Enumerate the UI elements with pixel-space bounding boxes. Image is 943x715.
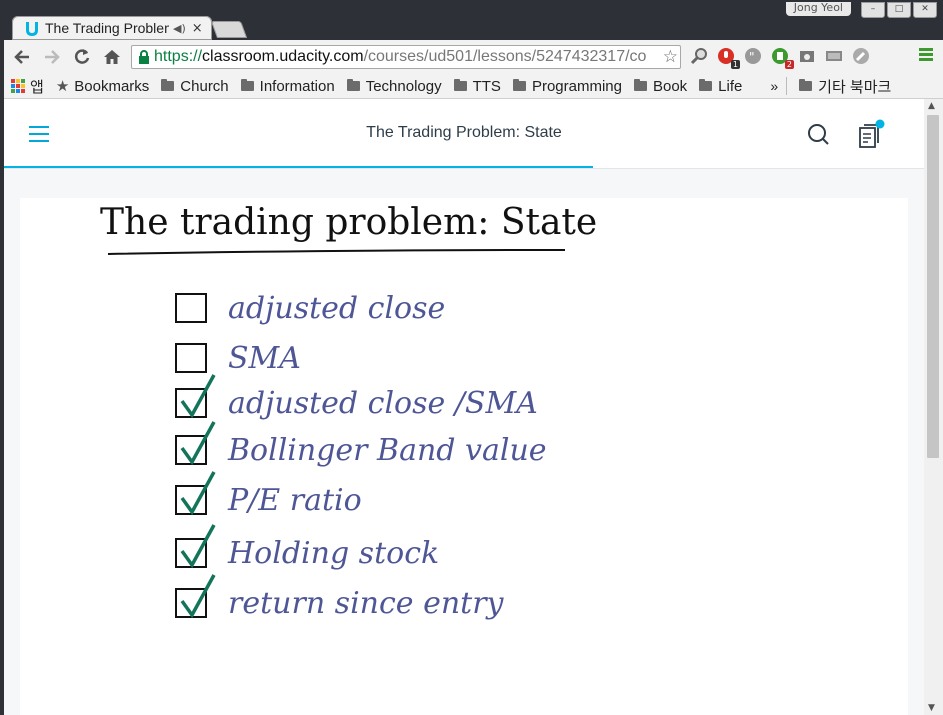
magnifier-extension-icon[interactable]	[690, 47, 708, 65]
browser-tab[interactable]: The Trading Problem: State ◀) ×	[12, 16, 212, 40]
bookmark-folder-other[interactable]: 기타 북마크	[799, 76, 891, 97]
whiteboard-heading: The trading problem: State	[100, 202, 597, 243]
search-icon[interactable]	[807, 123, 829, 145]
bookmark-folder-tts[interactable]: TTS	[453, 78, 501, 95]
minimize-button[interactable]: –	[861, 2, 885, 18]
green-extension-icon[interactable]: 2	[771, 47, 794, 69]
star-icon: ★	[55, 78, 70, 95]
heading-underline	[107, 249, 566, 255]
reload-icon	[74, 49, 90, 64]
page-content: The Trading Problem: State The trading p…	[4, 99, 924, 715]
video-whiteboard[interactable]: The trading problem: State adjusted clos…	[20, 198, 908, 715]
quote-extension-icon[interactable]: "	[744, 47, 762, 65]
page-scrollbar[interactable]: ▲ ▼	[924, 99, 943, 715]
svg-text:": "	[749, 50, 755, 64]
reload-button[interactable]	[70, 45, 94, 69]
bookmarks-overflow-chevron[interactable]: »	[770, 78, 778, 94]
profile-name[interactable]: Jong Yeol	[785, 2, 851, 16]
checkbox-1	[175, 343, 207, 373]
checkmark-2	[180, 374, 216, 419]
checkbox-0	[175, 293, 207, 323]
home-icon	[104, 50, 120, 64]
folder-icon	[799, 79, 813, 91]
bookmark-folder-technology[interactable]: Technology	[346, 78, 442, 95]
bookmark-folder-life[interactable]: Life	[699, 78, 742, 95]
lesson-progress-bar	[4, 166, 593, 168]
checkmark-3	[180, 421, 216, 466]
wrench-extension-icon[interactable]	[852, 47, 870, 65]
back-button[interactable]	[10, 45, 34, 69]
apps-shortcut[interactable]: 앱	[11, 76, 44, 97]
notes-icon[interactable]	[859, 119, 885, 149]
checkmark-5	[180, 524, 216, 569]
checklist-item-4: P/E ratio	[227, 483, 362, 518]
address-bar[interactable]: https://classroom.udacity.com/courses/ud…	[131, 45, 681, 69]
apps-grid-icon	[11, 79, 25, 93]
lesson-header: The Trading Problem: State	[4, 99, 924, 169]
red-extension-icon[interactable]: 1	[717, 47, 740, 69]
bookmark-folder-programming[interactable]: Programming	[512, 78, 622, 95]
bookmark-star-icon[interactable]: ☆	[663, 47, 678, 67]
checklist-item-0: adjusted close	[228, 291, 445, 326]
lesson-title: The Trading Problem: State	[366, 124, 562, 141]
window-controls: Jong Yeol – □ ✕	[785, 2, 937, 18]
folder-icon	[699, 79, 713, 91]
folder-icon	[346, 79, 360, 91]
new-tab-button[interactable]	[210, 21, 248, 38]
bookmarks-bar: 앱 ★ Bookmarks Church Information Technolo…	[4, 74, 943, 99]
forward-arrow-icon	[45, 50, 60, 64]
bookmark-bookmarks[interactable]: ★ Bookmarks	[55, 77, 149, 96]
extensions-area: 1 " 2	[690, 47, 870, 69]
apps-label: 앱	[30, 78, 44, 96]
checkmark-6	[180, 574, 216, 619]
whiteboard-drawing: The trading problem: State adjusted clos…	[100, 202, 597, 621]
chrome-menu-icon[interactable]	[919, 48, 933, 63]
url-text: https://classroom.udacity.com/courses/ud…	[154, 48, 647, 65]
checklist-item-5: Holding stock	[227, 536, 439, 571]
back-arrow-icon	[14, 50, 29, 64]
checklist-item-1: SMA	[228, 341, 301, 376]
folder-icon	[512, 79, 526, 91]
folder-icon	[633, 79, 647, 91]
home-button[interactable]	[100, 45, 124, 69]
bookmarks-separator	[786, 77, 788, 95]
checklist-item-2: adjusted close /SMA	[228, 386, 538, 421]
camera-extension-icon[interactable]	[798, 47, 816, 65]
close-window-button[interactable]: ✕	[913, 2, 937, 18]
checkmark-4	[180, 471, 216, 516]
audio-playing-icon[interactable]: ◀)	[173, 22, 186, 35]
maximize-button[interactable]: □	[887, 2, 911, 18]
checklist-item-6: return since entry	[228, 586, 505, 621]
forward-button[interactable]	[40, 45, 64, 69]
bookmark-folder-church[interactable]: Church	[161, 78, 229, 95]
scroll-up-arrow-icon[interactable]: ▲	[928, 101, 935, 111]
secure-lock-icon	[139, 50, 149, 64]
tab-close-icon[interactable]: ×	[192, 21, 203, 36]
image-extension-icon[interactable]	[825, 47, 843, 65]
browser-toolbar: https://classroom.udacity.com/courses/ud…	[4, 40, 943, 74]
udacity-favicon-icon	[26, 22, 38, 36]
scroll-down-arrow-icon[interactable]: ▼	[928, 703, 935, 713]
folder-icon	[240, 79, 254, 91]
scrollbar-thumb[interactable]	[927, 115, 939, 458]
checklist-item-3: Bollinger Band value	[227, 433, 547, 468]
bookmark-folder-book[interactable]: Book	[633, 78, 687, 95]
tab-title: The Trading Problem: State	[45, 20, 169, 36]
folder-icon	[453, 79, 467, 91]
folder-icon	[161, 79, 175, 91]
bookmark-folder-information[interactable]: Information	[240, 78, 335, 95]
